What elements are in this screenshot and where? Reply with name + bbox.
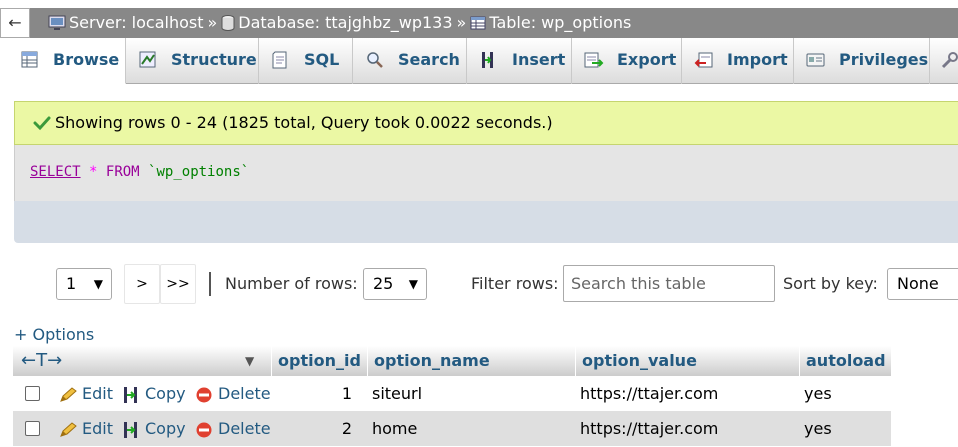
next-page-button[interactable]: >	[124, 264, 160, 304]
cell-option-id: 1	[341, 384, 352, 403]
row-checkbox[interactable]	[25, 386, 40, 401]
table-icon	[470, 11, 486, 41]
cell-option-value: https://ttajer.com	[580, 419, 719, 438]
tab-import[interactable]: Import	[682, 38, 794, 84]
options-toggle-link[interactable]: + Options	[14, 325, 94, 344]
page-select[interactable]: 1 ▼	[56, 268, 112, 300]
edit-row-button[interactable]: Edit	[59, 376, 113, 411]
sort-by-key-select[interactable]: None	[887, 268, 958, 300]
sort-dropdown-icon[interactable]: ▼	[245, 346, 254, 376]
column-header-autoload[interactable]: autoload	[799, 346, 891, 376]
tab-sql-label: SQL	[304, 50, 340, 69]
check-icon	[33, 105, 51, 147]
tab-search[interactable]: Search	[353, 38, 467, 84]
column-header-option-id[interactable]: option_id	[271, 346, 367, 376]
table-row: Edit Copy Delete 1 siteurl https://ttaje…	[13, 376, 891, 411]
column-header-option-value[interactable]: option_value	[575, 346, 799, 376]
success-message: Showing rows 0 - 24 (1825 total, Query t…	[14, 101, 958, 145]
copy-icon	[124, 387, 137, 403]
rows-per-page-value: 25	[373, 274, 394, 293]
column-resize-arrows-icon[interactable]: ←T→	[21, 350, 62, 371]
browse-icon	[20, 42, 40, 68]
wrench-icon	[940, 42, 958, 69]
cell-autoload: yes	[804, 384, 832, 403]
cell-option-name: siteurl	[372, 384, 423, 403]
tab-privileges-label: Privileges	[839, 50, 929, 69]
page-select-value: 1	[66, 274, 77, 293]
table-header: ←T→ ▼ option_id option_name option_value…	[13, 346, 891, 376]
sql-icon	[271, 42, 291, 69]
breadcrumb: ← Server: localhost» Database: ttajghbz_…	[0, 8, 958, 38]
tab-browse-label: Browse	[53, 50, 120, 69]
rows-per-page-select[interactable]: 25 ▼	[363, 268, 427, 300]
last-page-button[interactable]: >>	[160, 264, 196, 304]
tab-search-label: Search	[398, 50, 460, 69]
tab-privileges[interactable]: Privileges	[794, 38, 930, 84]
tab-import-label: Import	[727, 50, 788, 69]
import-icon	[694, 42, 714, 68]
cell-option-name: home	[372, 419, 418, 438]
copy-row-button[interactable]: Copy	[122, 411, 186, 446]
tab-bar: Browse Structure SQL Search Insert Expor…	[8, 38, 958, 84]
tab-operations[interactable]	[930, 38, 958, 84]
row-checkbox[interactable]	[25, 421, 40, 436]
delete-icon	[196, 387, 212, 403]
search-icon	[365, 42, 385, 68]
insert-icon	[479, 42, 499, 68]
privileges-icon	[806, 42, 826, 67]
tab-structure-label: Structure	[171, 50, 257, 69]
sql-keyword-select[interactable]: SELECT	[30, 164, 81, 180]
sql-star: *	[89, 164, 98, 180]
rows-label: Number of rows:	[225, 274, 358, 293]
sql-table-name: `wp_options`	[148, 164, 250, 180]
collapse-nav-button[interactable]: ←	[0, 8, 30, 38]
database-icon	[221, 11, 235, 41]
sql-query-box: SELECT * FROM `wp_options`	[14, 145, 958, 201]
sql-query-toolbar	[14, 201, 958, 243]
chevron-down-icon: ▼	[93, 277, 103, 291]
cell-autoload: yes	[804, 419, 832, 438]
delete-row-button[interactable]: Delete	[195, 411, 271, 446]
edit-row-button[interactable]: Edit	[59, 411, 113, 446]
breadcrumb-separator: »	[456, 13, 467, 32]
breadcrumb-separator: »	[207, 13, 218, 32]
server-icon	[48, 11, 66, 41]
copy-icon	[124, 422, 137, 438]
filter-rows-input[interactable]	[563, 265, 775, 302]
delete-row-button[interactable]: Delete	[195, 376, 271, 411]
tab-insert[interactable]: Insert	[467, 38, 572, 84]
tab-structure[interactable]: Structure	[126, 38, 259, 84]
chevron-down-icon: ▼	[408, 277, 418, 291]
cell-option-id: 2	[341, 419, 352, 438]
nav-divider	[209, 272, 211, 296]
filter-label: Filter rows:	[471, 274, 559, 293]
success-message-text: Showing rows 0 - 24 (1825 total, Query t…	[55, 113, 553, 132]
tab-export[interactable]: Export	[572, 38, 682, 84]
structure-icon	[138, 42, 158, 68]
cell-option-value: https://ttajer.com	[580, 384, 719, 403]
tab-browse[interactable]: Browse	[8, 38, 126, 84]
breadcrumb-table[interactable]: Table: wp_options	[489, 13, 631, 32]
breadcrumb-database[interactable]: Database: ttajghbz_wp133	[238, 13, 452, 32]
pencil-icon	[60, 422, 77, 437]
sort-label: Sort by key:	[783, 274, 878, 293]
export-icon	[584, 42, 604, 68]
copy-row-button[interactable]: Copy	[122, 376, 186, 411]
tab-insert-label: Insert	[512, 50, 566, 69]
table-row: Edit Copy Delete 2 home https://ttajer.c…	[13, 411, 891, 446]
delete-icon	[196, 422, 212, 438]
sort-by-key-value: None	[897, 274, 939, 293]
column-header-option-name[interactable]: option_name	[367, 346, 575, 376]
table-navigation: 1 ▼ > >> Number of rows: 25 ▼ Filter rows:…	[0, 262, 958, 308]
breadcrumb-server[interactable]: Server: localhost	[69, 13, 203, 32]
tab-sql[interactable]: SQL	[259, 38, 353, 84]
pencil-icon	[60, 387, 77, 402]
sql-keyword-from: FROM	[105, 164, 140, 180]
tab-export-label: Export	[617, 50, 677, 69]
